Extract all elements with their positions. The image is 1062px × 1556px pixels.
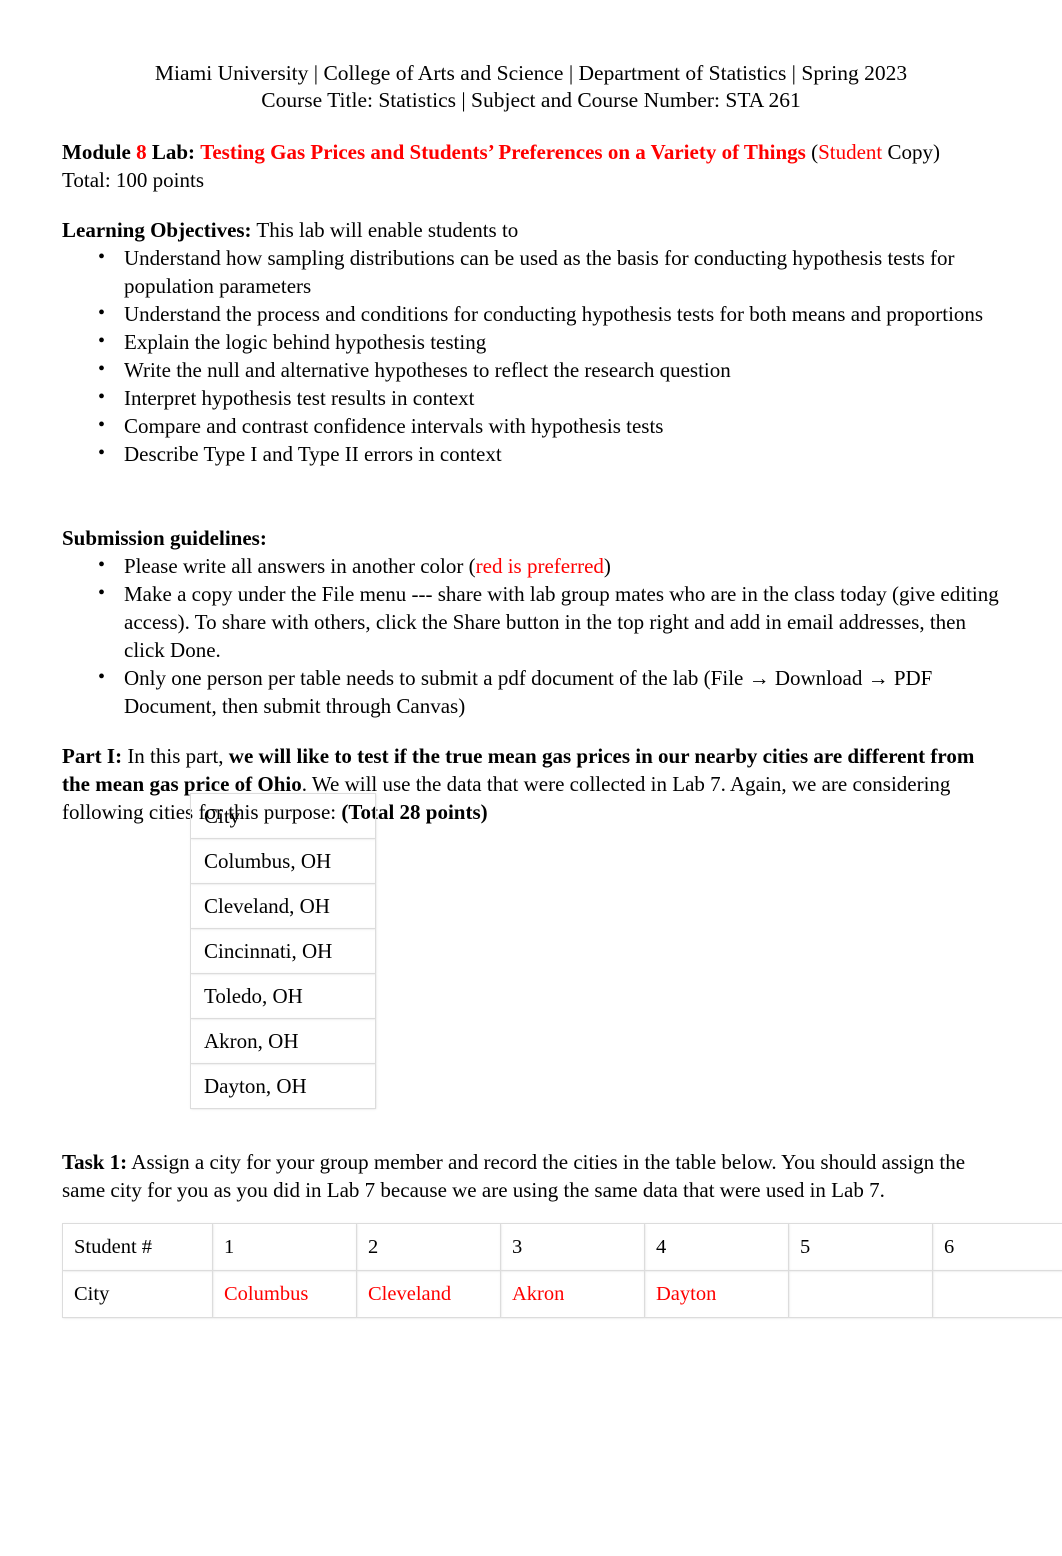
learning-objectives-heading-line: Learning Objectives: This lab will enabl… [62,216,1000,244]
objective-text: Write the null and alternative hypothese… [124,358,731,382]
table-row: City [190,793,376,839]
city-row-label: City [62,1270,213,1318]
city-cell: Toledo, OH [190,973,376,1019]
city-cell: Akron, OH [190,1018,376,1064]
learning-objectives-lead: This lab will enable students to [251,218,519,242]
submission-item-1-post: ) [603,554,611,578]
lab-title-line: Module 8 Lab: Testing Gas Prices and Stu… [62,138,1000,166]
table-row: Cincinnati, OH [190,928,376,974]
table-row: Cleveland, OH [190,883,376,929]
list-item: Interpret hypothesis test results in con… [62,383,1000,412]
assigned-city-cell[interactable]: Columbus [212,1270,357,1318]
table-row: Student # 1 2 3 4 5 6 [62,1223,1062,1271]
list-item: Understand the process and conditions fo… [62,299,1000,328]
list-item: Describe Type I and Type II errors in co… [62,439,1000,468]
list-item: Please write all answers in another colo… [62,551,1000,580]
assigned-city-cell[interactable] [932,1270,1062,1318]
city-cell: Cleveland, OH [190,883,376,929]
city-cell: Dayton, OH [190,1063,376,1109]
open-paren: ( [811,140,819,164]
lab-word: Lab: [151,140,196,164]
table-row: City Columbus Cleveland Akron Dayton [62,1270,1062,1318]
objective-text: Understand the process and conditions fo… [124,302,984,326]
document-page: Miami University | College of Arts and S… [0,0,1062,1556]
task-1-paragraph: Task 1: Assign a city for your group mem… [62,1148,1000,1204]
assigned-city-cell[interactable]: Dayton [644,1270,789,1318]
task-1-label: Task 1: [62,1150,128,1174]
list-item: Explain the logic behind hypothesis test… [62,327,1000,356]
task-1-text: Assign a city for your group member and … [62,1150,966,1202]
learning-objectives-list: Understand how sampling distributions ca… [62,243,1000,468]
part-1-label: Part I: [62,744,123,768]
list-item: Only one person per table needs to submi… [62,663,1000,720]
document-header: Miami University | College of Arts and S… [0,0,1062,114]
header-line-2: Course Title: Statistics | Subject and C… [261,88,801,112]
table-row: Dayton, OH [190,1063,376,1109]
student-number-cell: 2 [356,1223,501,1271]
submission-guidelines-heading: Submission guidelines: [62,526,267,550]
objective-text: Understand how sampling distributions ca… [124,246,955,298]
list-item: Compare and contrast confidence interval… [62,411,1000,440]
objective-text: Compare and contrast confidence interval… [124,414,664,438]
city-cell: Cincinnati, OH [190,928,376,974]
copy-word: Copy) [882,140,940,164]
table-row: Akron, OH [190,1018,376,1064]
student-table-container: Student # 1 2 3 4 5 6 City Columbus Clev… [62,1223,1062,1318]
submission-item-2: Make a copy under the File menu --- shar… [124,582,999,662]
table-row: Columbus, OH [190,838,376,884]
total-points: Total: 100 points [62,168,205,192]
student-number-cell: 5 [788,1223,933,1271]
assigned-city-cell[interactable] [788,1270,933,1318]
student-number-cell: 4 [644,1223,789,1271]
part-1-text-a: In this part, [122,744,229,768]
city-table-header-cell: City [190,793,376,839]
header-line-1: Miami University | College of Arts and S… [154,61,908,85]
list-item: Understand how sampling distributions ca… [62,243,1000,300]
city-cell: Columbus, OH [190,838,376,884]
student-number-cell: 3 [500,1223,645,1271]
document-body: Module 8 Lab: Testing Gas Prices and Stu… [62,138,1000,826]
learning-objectives-heading: Learning Objectives: [62,218,252,242]
list-item: Write the null and alternative hypothese… [62,355,1000,384]
objective-text: Explain the logic behind hypothesis test… [124,330,487,354]
lab-title-text: Testing Gas Prices and Students’ Prefere… [200,140,806,164]
city-table-container: City Columbus, OH Cleveland, OH Cincinna… [190,793,376,1109]
submission-guidelines-heading-wrap: Submission guidelines: [62,524,1000,552]
submission-item-3: Only one person per table needs to submi… [124,666,933,718]
table-row: Toledo, OH [190,973,376,1019]
city-table: City Columbus, OH Cleveland, OH Cincinna… [190,793,376,1109]
module-number: 8 [136,140,147,164]
student-number-cell: 1 [212,1223,357,1271]
student-word: Student [818,140,883,164]
assigned-city-cell[interactable]: Akron [500,1270,645,1318]
objective-text: Interpret hypothesis test results in con… [124,386,475,410]
student-number-cell: 6 [932,1223,1062,1271]
submission-item-1-red: red is preferred [475,554,604,578]
module-word: Module [62,140,131,164]
submission-item-1-pre: Please write all answers in another colo… [124,554,476,578]
assigned-city-cell[interactable]: Cleveland [356,1270,501,1318]
student-number-row-label: Student # [62,1223,213,1271]
objective-text: Describe Type I and Type II errors in co… [124,442,502,466]
list-item: Make a copy under the File menu --- shar… [62,579,1000,664]
student-assignment-table: Student # 1 2 3 4 5 6 City Columbus Clev… [62,1223,1062,1318]
submission-guidelines-list: Please write all answers in another colo… [62,551,1000,720]
